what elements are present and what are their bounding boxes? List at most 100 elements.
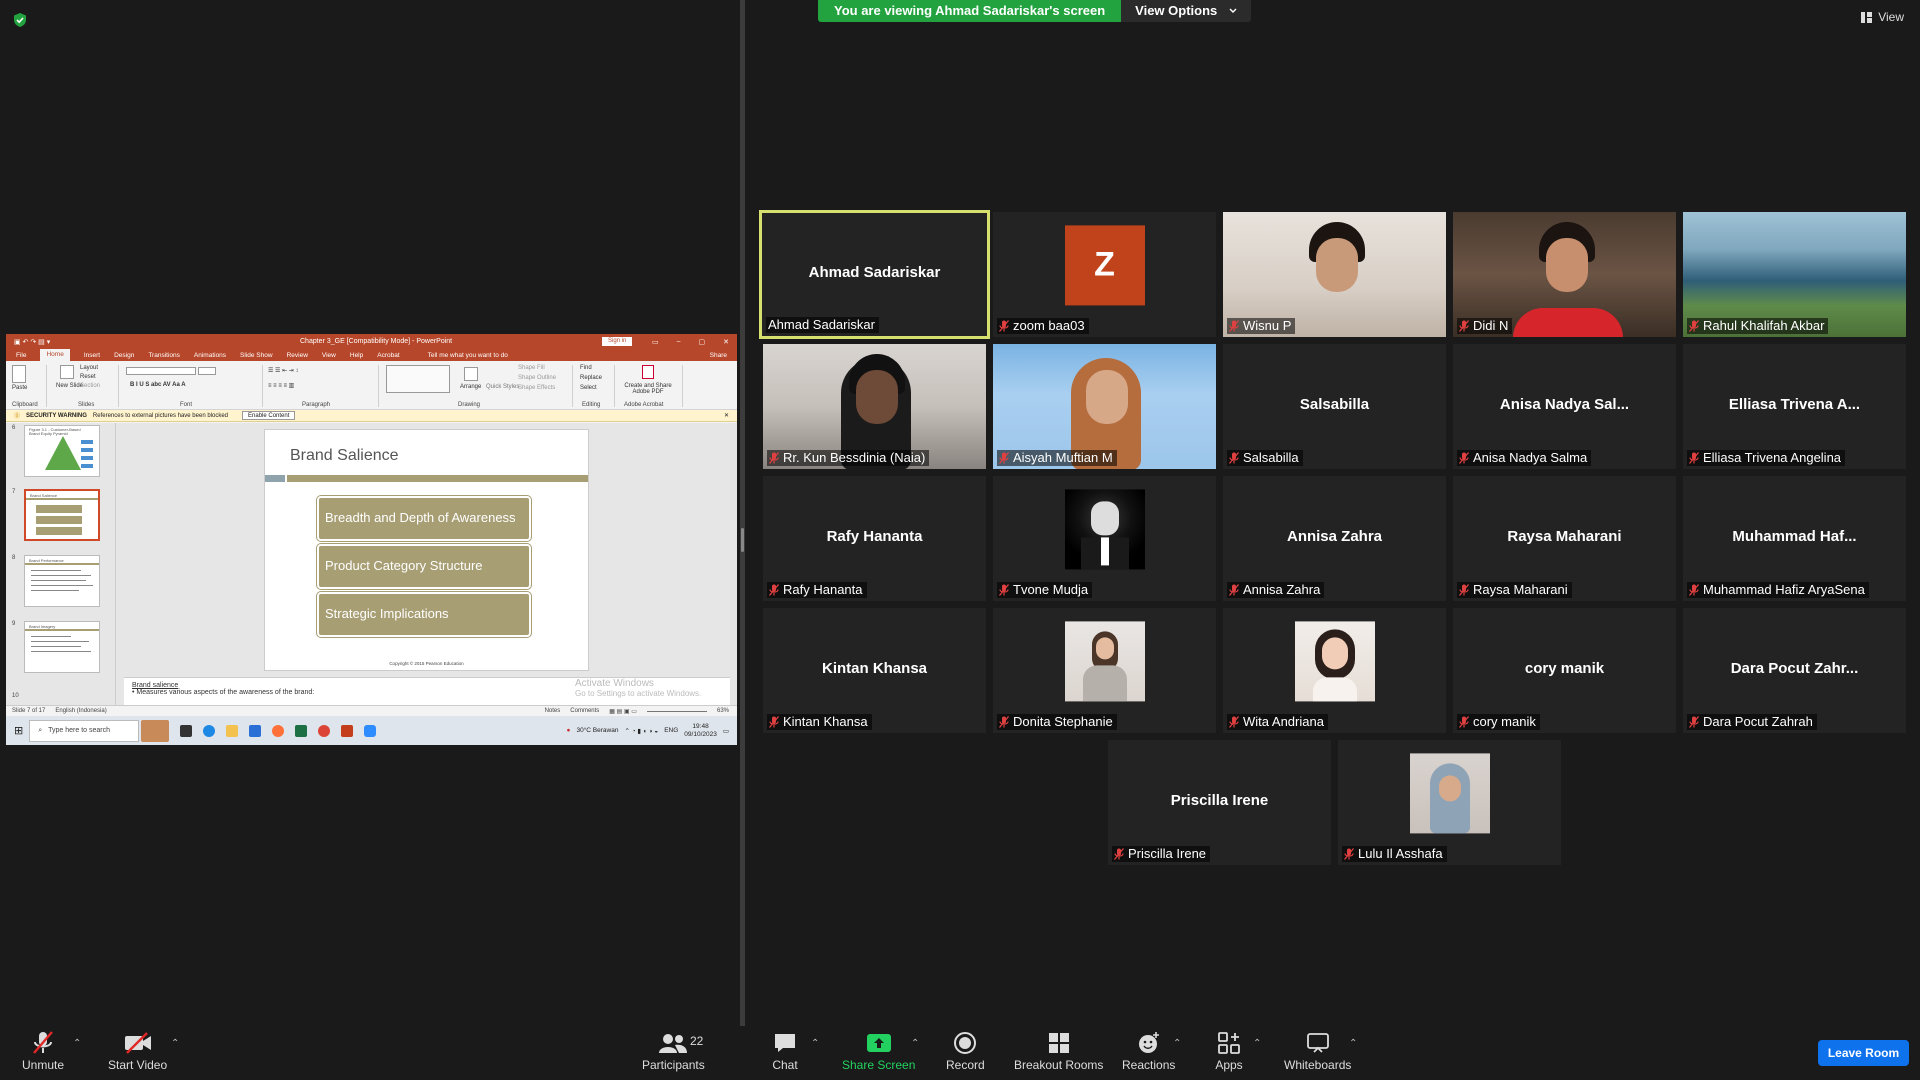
share-screen-button[interactable]: Share Screen [842, 1030, 915, 1072]
tell-me-search[interactable]: Tell me what you want to do [428, 352, 508, 359]
participant-tile[interactable]: Elliasa Trivena A... Elliasa Trivena Ange… [1683, 344, 1906, 469]
participant-tile[interactable]: Donita Stephanie [993, 608, 1216, 733]
layout-label[interactable]: Layout [80, 365, 98, 371]
view-buttons[interactable]: ▦ ▤ ▣ ▭ [609, 708, 637, 715]
start-video-button[interactable]: Start Video [108, 1030, 167, 1072]
ppt-tab-design[interactable]: Design [114, 352, 134, 359]
ppt-tab-insert[interactable]: Insert [84, 352, 100, 359]
whiteboards-button[interactable]: Whiteboards [1284, 1030, 1351, 1072]
ppt-tab-help[interactable]: Help [350, 352, 363, 359]
enable-content-button[interactable]: Enable Content [242, 411, 296, 420]
participant-tile[interactable]: Rahul Khalifah Akbar [1683, 212, 1906, 337]
participant-tile[interactable]: Ahmad Sadariskar Ahmad Sadariskar [759, 210, 990, 339]
breakout-rooms-button[interactable]: Breakout Rooms [1014, 1030, 1103, 1072]
ppt-tab-slide-show[interactable]: Slide Show [240, 352, 273, 359]
slide-box-awareness[interactable]: Breadth and Depth of Awareness [317, 496, 531, 541]
reset-label[interactable]: Reset [80, 374, 96, 380]
notifications-icon[interactable]: ▭ [723, 727, 729, 735]
status-comments-button[interactable]: Comments [570, 708, 599, 714]
clock[interactable]: 19:48 09/10/2023 [684, 723, 717, 737]
share-options-caret[interactable]: ⌃ [911, 1038, 919, 1049]
ppt-tab-file[interactable]: File [16, 352, 26, 359]
chrome-icon[interactable] [318, 724, 331, 737]
powerpoint-icon[interactable] [341, 724, 354, 737]
windows-start-icon[interactable]: ⊞ [14, 724, 23, 737]
file-explorer-icon[interactable] [226, 724, 239, 737]
slide-thumbnail-7[interactable]: Brand Salience [24, 489, 100, 541]
font-name-field[interactable] [126, 367, 196, 375]
participant-tile[interactable]: Anisa Nadya Sal... Anisa Nadya Salma [1453, 344, 1676, 469]
adobe-pdf-icon[interactable] [642, 365, 654, 379]
whiteboards-options-caret[interactable]: ⌃ [1349, 1038, 1357, 1049]
list-buttons[interactable]: ☰ ☰ ⇤ ⇥ ↕ [268, 367, 298, 374]
apps-options-caret[interactable]: ⌃ [1253, 1038, 1261, 1049]
minimize-icon[interactable]: – [677, 338, 681, 346]
view-options-button[interactable]: View Options [1121, 0, 1252, 22]
edge-icon[interactable] [203, 724, 216, 737]
participant-tile[interactable]: Wisnu P [1223, 212, 1446, 337]
leave-room-button[interactable]: Leave Room [1818, 1040, 1909, 1066]
excel-icon[interactable] [295, 724, 308, 737]
ribbon-display-icon[interactable]: ▭ [652, 338, 659, 346]
divider-grip[interactable] [741, 528, 744, 552]
slide-thumbnail-6[interactable]: Figure 3.1 - Customer-Based Brand Equity… [24, 425, 100, 477]
participant-tile[interactable]: Salsabilla Salsabilla [1223, 344, 1446, 469]
maximize-icon[interactable]: ▢ [699, 338, 706, 346]
arrange-label[interactable]: Arrange [460, 384, 481, 390]
warning-close-icon[interactable]: ✕ [724, 412, 729, 419]
font-size-field[interactable] [198, 367, 216, 375]
shield-icon[interactable] [12, 12, 28, 28]
quick-styles-label[interactable]: Quick Styles [486, 384, 519, 390]
split-divider[interactable] [740, 0, 745, 1026]
ppt-tab-view[interactable]: View [322, 352, 336, 359]
slide-box-implications[interactable]: Strategic Implications [317, 592, 531, 637]
mail-icon[interactable] [249, 724, 262, 737]
participant-tile[interactable]: Aisyah Muftian M [993, 344, 1216, 469]
participant-tile[interactable]: Didi N [1453, 212, 1676, 337]
slide-thumbnail-8[interactable]: Brand Performance [24, 555, 100, 607]
participant-tile[interactable]: Annisa Zahra Annisa Zahra [1223, 476, 1446, 601]
ppt-sign-in-button[interactable]: Sign in [602, 337, 633, 346]
paste-icon[interactable] [12, 365, 26, 383]
record-button[interactable]: Record [946, 1030, 985, 1072]
view-layout-button[interactable]: View [1861, 10, 1904, 24]
ppt-quick-access[interactable]: ▣ ↶ ↷ ▤ ▾ [14, 338, 50, 346]
participant-tile[interactable]: Rafy Hananta Rafy Hananta [763, 476, 986, 601]
paste-label[interactable]: Paste [12, 385, 27, 391]
shapes-gallery[interactable] [386, 365, 450, 393]
participant-tile[interactable]: Lulu Il Asshafa [1338, 740, 1561, 865]
audio-options-caret[interactable]: ⌃ [73, 1038, 81, 1049]
weather-text[interactable]: 30°C Berawan [576, 727, 618, 734]
section-label[interactable]: Section [80, 383, 100, 389]
current-slide[interactable]: Brand Salience Breadth and Depth of Awar… [264, 429, 589, 671]
ppt-tab-acrobat[interactable]: Acrobat [377, 352, 399, 359]
arrange-icon[interactable] [464, 367, 478, 381]
status-notes-button[interactable]: Notes [545, 708, 561, 714]
slide-box-category[interactable]: Product Category Structure [317, 544, 531, 589]
reactions-button[interactable]: Reactions [1122, 1030, 1175, 1072]
ppt-tab-review[interactable]: Review [287, 352, 308, 359]
participant-tile[interactable]: Zzoom baa03 [993, 212, 1216, 337]
apps-button[interactable]: Apps [1214, 1030, 1244, 1072]
language-indicator[interactable]: ENG [664, 727, 678, 734]
tray-icons[interactable]: ⌃ ◔ ▮ ◖ ◑ ◒ [624, 727, 658, 735]
ppt-tab-transitions[interactable]: Transitions [148, 352, 180, 359]
chat-button[interactable]: Chat [770, 1030, 800, 1072]
align-buttons[interactable]: ≡ ≡ ≡ ≡ ▥ [268, 382, 294, 389]
close-icon[interactable]: ✕ [723, 338, 729, 346]
slide-thumbnail-9[interactable]: Brand Imagery [24, 621, 100, 673]
ppt-tab-animations[interactable]: Animations [194, 352, 226, 359]
zoom-slider[interactable] [646, 710, 707, 712]
video-options-caret[interactable]: ⌃ [171, 1038, 179, 1049]
zoom-app-icon[interactable] [364, 724, 377, 737]
participant-tile[interactable]: Dara Pocut Zahr... Dara Pocut Zahrah [1683, 608, 1906, 733]
firefox-icon[interactable] [272, 724, 285, 737]
new-slide-icon[interactable] [60, 365, 74, 379]
participant-tile[interactable]: Kintan Khansa Kintan Khansa [763, 608, 986, 733]
task-view-icon[interactable] [180, 724, 193, 737]
participant-tile[interactable]: Rr. Kun Bessdinia (Naia) [763, 344, 986, 469]
shape-fill-label[interactable]: Shape Fill [518, 365, 545, 371]
reactions-options-caret[interactable]: ⌃ [1173, 1038, 1181, 1049]
ppt-share-button[interactable]: Share [710, 352, 727, 359]
ppt-tab-home[interactable]: Home [40, 349, 70, 361]
